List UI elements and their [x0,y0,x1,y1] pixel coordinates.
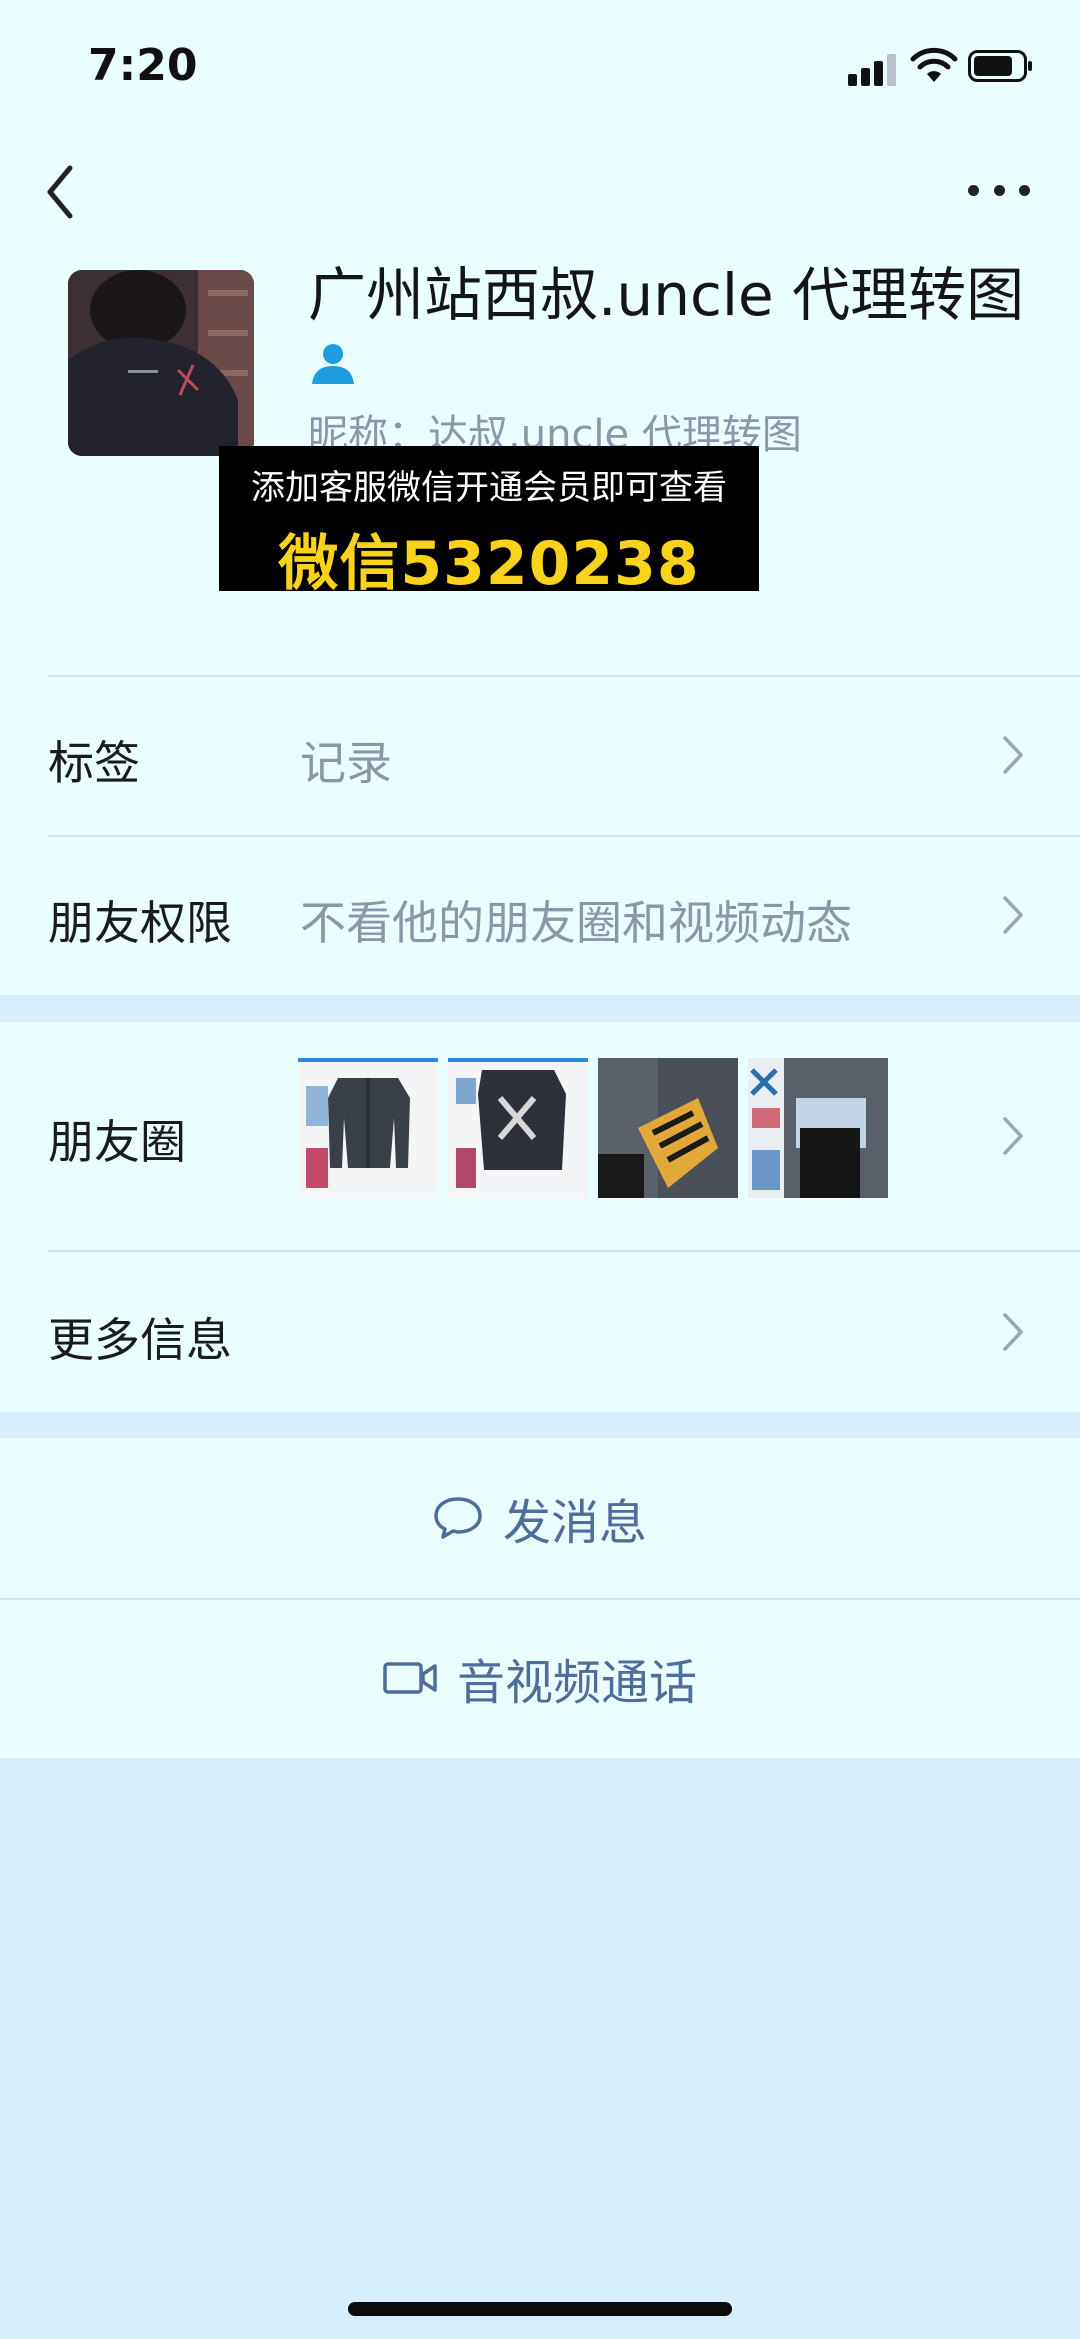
moment-thumbnail [448,1058,588,1198]
wifi-icon [910,47,958,82]
moments-label: 朋友圈 [48,1115,186,1169]
moments-row[interactable]: 朋友圈 [0,1022,1080,1250]
more-info-row[interactable]: 更多信息 [0,1250,1080,1412]
promo-wechat-id: 微信5320238 [278,529,700,599]
divider [48,1250,1080,1252]
user-icon [312,344,354,384]
signal-icon [848,52,898,86]
friend-permission-row[interactable]: 朋友权限 不看他的朋友圈和视频动态 [0,835,1080,995]
divider [48,675,1080,677]
moment-thumbnail [298,1058,438,1198]
video-camera-icon [383,1662,437,1694]
status-time: 7:20 [88,40,198,91]
tag-row[interactable]: 标签 记录 [0,675,1080,835]
promo-banner: 添加客服微信开通会员即可查看 微信5320238 [219,446,759,599]
chevron-right-icon [1003,1313,1023,1351]
divider [48,835,1080,837]
moment-thumbnail [598,1058,738,1198]
more-info-label: 更多信息 [48,1313,232,1367]
tag-label: 标签 [48,736,140,790]
status-bar: 7:20 [0,0,1080,130]
moment-thumbnail [748,1058,888,1198]
chevron-right-icon [1003,896,1023,934]
tag-value: 记录 [300,736,392,790]
friend-permission-label: 朋友权限 [48,896,232,950]
contact-name: 广州站西叔.uncle 代理转图 [308,261,1025,329]
back-icon[interactable] [40,160,84,224]
chevron-right-icon [1003,736,1023,774]
friend-permission-value: 不看他的朋友圈和视频动态 [300,896,852,950]
more-icon[interactable] [968,178,1030,202]
avatar[interactable] [68,270,254,456]
send-message-label: 发消息 [502,1495,647,1551]
contact-profile-page: 7:20 广州站西叔.uncle 代理转图 昵称：达叔.uncle 代理转图 添… [0,0,1080,2339]
video-call-label: 音视频通话 [456,1655,697,1711]
moments-thumbnails [298,1058,898,1198]
home-indicator[interactable] [348,2302,732,2316]
battery-icon [968,50,1032,82]
chat-bubble-icon [434,1497,482,1539]
chevron-right-icon [1003,1117,1023,1155]
promo-text: 添加客服微信开通会员即可查看 [251,468,727,508]
send-message-button[interactable]: 发消息 [0,1438,1080,1598]
video-call-button[interactable]: 音视频通话 [0,1598,1080,1758]
